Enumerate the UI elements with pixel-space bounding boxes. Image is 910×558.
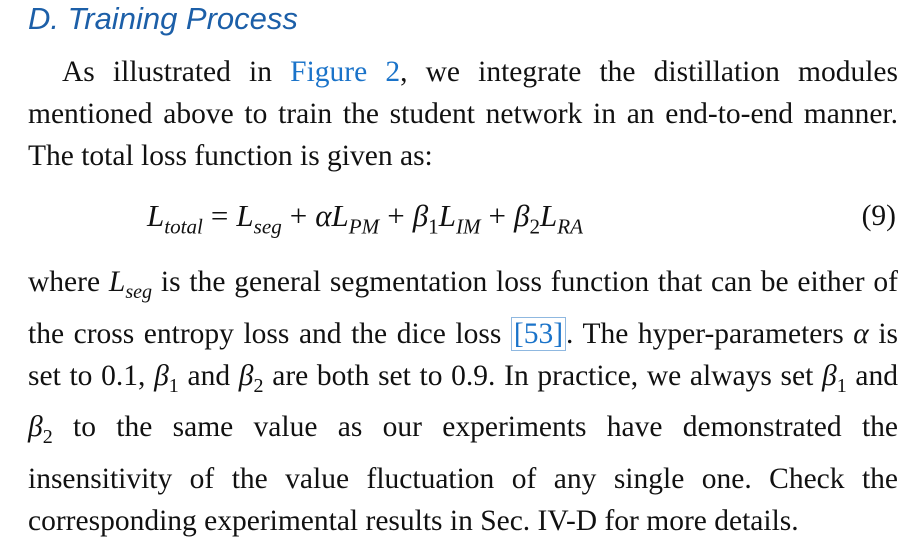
paragraph-text: to the same value as our experiments hav… [28,411,898,538]
paragraph-text: where [28,266,109,298]
paragraph-loss-description: where Lseg is the general segmentation l… [28,262,898,543]
eq-equals: = [210,198,229,233]
section-heading: D. Training Process [28,1,298,36]
eq-subscript-ra: RA [557,214,584,239]
math-subscript-1: 1 [836,374,847,397]
math-beta: β [238,359,254,392]
math-beta: β [154,359,169,392]
eq-subscript-2: 2 [529,214,540,239]
eq-symbol-L: L [236,198,254,233]
eq-symbol-alpha: α [315,198,332,233]
eq-symbol-beta: β [514,198,530,233]
eq-symbol-L: L [331,198,349,233]
math-beta: β [28,411,43,444]
paragraph-text: . The hyper-parameters [566,317,854,350]
eq-symbol-L: L [540,198,558,233]
paper-page: D. Training Process As illustrated in Fi… [0,0,910,558]
loss-equation: Ltotal = Lseg + αLPM + β1LIM + β2LRA [147,196,583,246]
math-L: L [108,266,126,298]
math-subscript-2: 2 [253,374,264,397]
citation-53-link[interactable]: [53] [510,316,567,351]
eq-plus: + [488,198,506,233]
eq-symbol-beta: β [412,198,429,233]
eq-subscript-total: total [164,214,203,239]
eq-plus: + [387,198,405,233]
eq-symbol-L: L [147,198,165,233]
eq-subscript-pm: PM [348,214,380,239]
figure-2-link[interactable]: Figure 2 [290,56,400,88]
paragraph-text: are both set to 0.9. In practice, we alw… [263,359,822,392]
eq-subscript-1: 1 [428,214,439,239]
math-subscript-seg: seg [125,281,153,304]
paragraph-intro: As illustrated in Figure 2, we integrate… [28,52,898,177]
eq-subscript-seg: seg [253,214,282,239]
math-alpha: α [853,317,869,350]
eq-plus: + [289,198,308,233]
paragraph-text: and [846,359,899,392]
eq-subscript-im: IM [455,214,481,239]
eq-symbol-L: L [438,198,456,233]
paragraph-text: and [178,359,239,392]
equation-number: (9) [861,200,896,232]
math-subscript-2: 2 [42,426,53,449]
paragraph-text: As illustrated in [62,56,291,88]
math-beta: β [822,359,837,392]
math-subscript-1: 1 [168,374,179,397]
